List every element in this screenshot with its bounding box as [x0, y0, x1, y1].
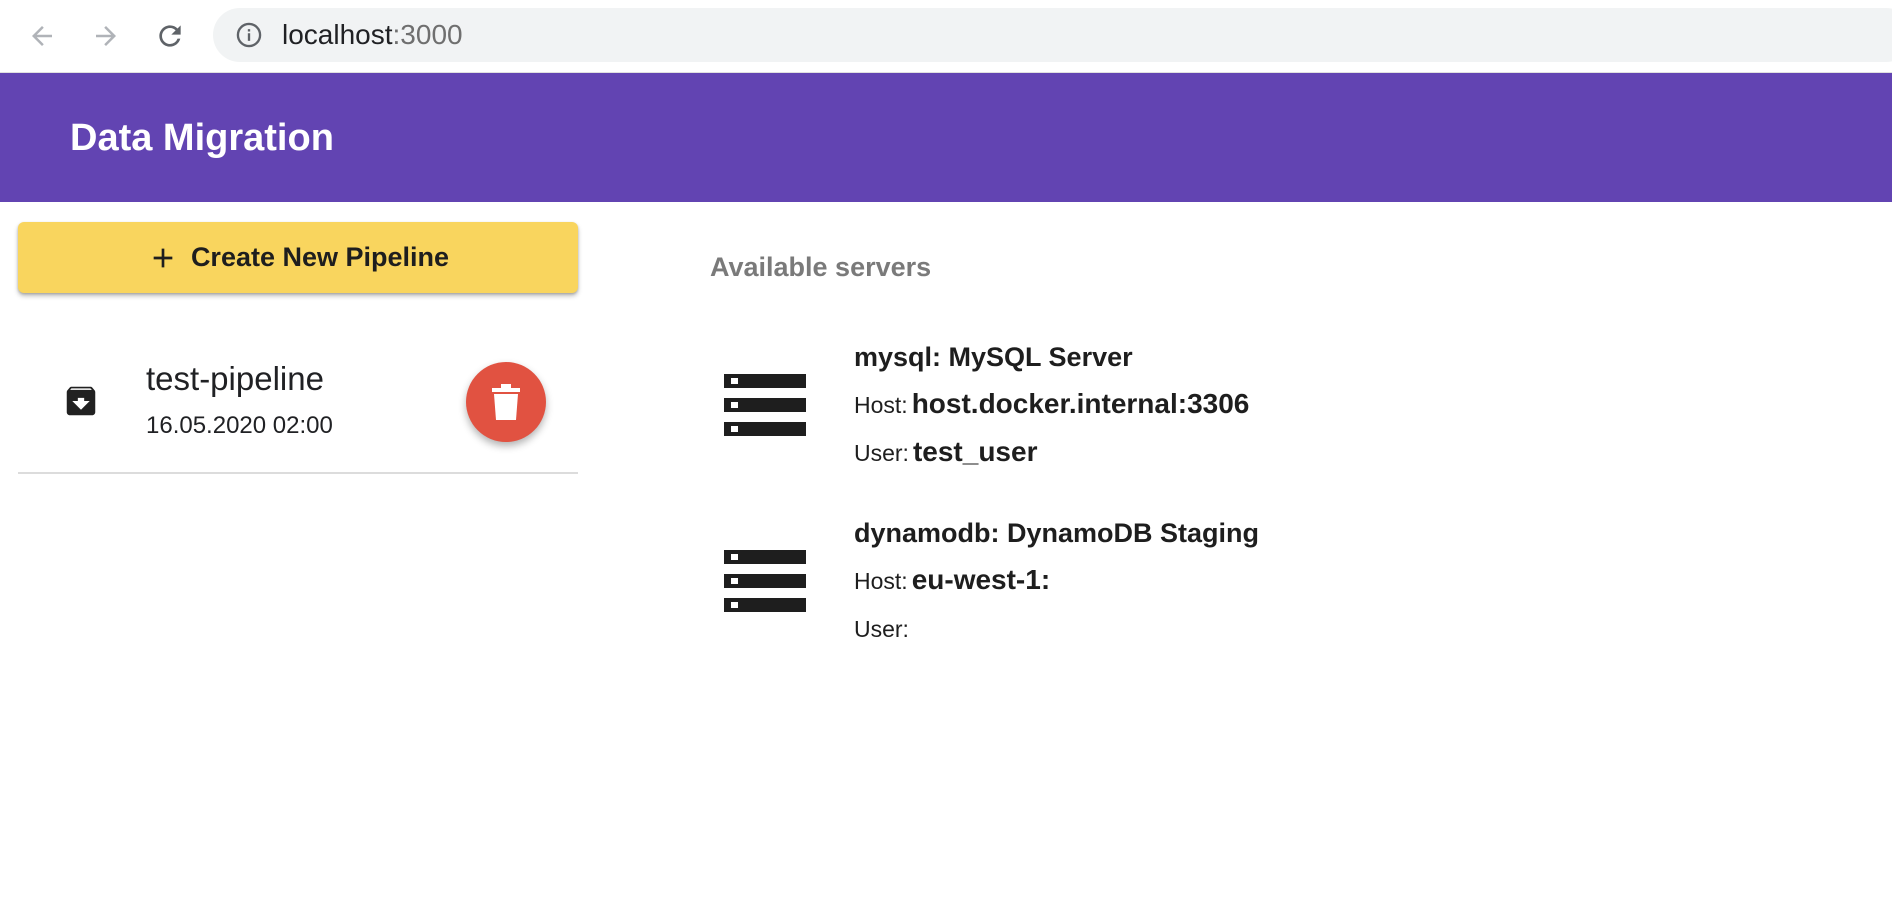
forward-button[interactable] [86, 16, 126, 56]
server-user-row: User: test_user [854, 436, 1037, 468]
pipeline-date: 16.05.2020 02:00 [146, 412, 333, 439]
url-port: :3000 [392, 19, 463, 50]
server-host: eu-west-1: [911, 564, 1051, 595]
server-icon [724, 374, 806, 436]
app-header: Data Migration [0, 73, 1892, 202]
back-button[interactable] [22, 16, 62, 56]
server-item: mysql: MySQL Server Host: host.docker.int… [724, 338, 1424, 478]
address-bar[interactable]: localhost:3000 [213, 8, 1892, 62]
host-label: Host: [854, 392, 908, 418]
arrow-left-icon [32, 26, 52, 46]
server-host: host.docker.internal:3306 [911, 388, 1250, 419]
create-pipeline-label: Create New Pipeline [190, 242, 450, 272]
server-title: mysql: MySQL Server [854, 342, 1133, 372]
plus-icon [153, 248, 173, 267]
user-label: User: [854, 616, 909, 642]
arrow-right-icon [96, 26, 116, 46]
server-user: test_user [912, 436, 1038, 467]
url-host: localhost [282, 19, 393, 50]
pipeline-name: test-pipeline [146, 360, 324, 397]
pipeline-list-item[interactable]: test-pipeline 16.05.2020 02:00 [18, 330, 578, 474]
info-icon[interactable] [235, 21, 263, 49]
host-label: Host: [854, 568, 908, 594]
user-label: User: [854, 440, 909, 466]
server-title: dynamodb: DynamoDB Staging [854, 518, 1260, 548]
browser-toolbar: localhost:3000 [0, 0, 1892, 73]
reload-button[interactable] [150, 16, 190, 56]
server-item: dynamodb: DynamoDB Staging Host: eu-west-… [724, 514, 1424, 654]
page-title: Data Migration [70, 117, 334, 159]
server-host-row: Host: host.docker.internal:3306 [854, 388, 1249, 420]
server-host-row: Host: eu-west-1: [854, 564, 1050, 596]
servers-heading: Available servers [710, 252, 932, 282]
archive-icon [66, 386, 96, 416]
server-user-row: User: [854, 612, 913, 644]
url-text: localhost:3000 [282, 8, 463, 62]
trash-icon [492, 384, 520, 420]
server-icon [724, 550, 806, 612]
create-pipeline-button[interactable]: Create New Pipeline [18, 222, 578, 293]
delete-pipeline-button[interactable] [466, 362, 546, 442]
reload-icon [159, 25, 181, 47]
